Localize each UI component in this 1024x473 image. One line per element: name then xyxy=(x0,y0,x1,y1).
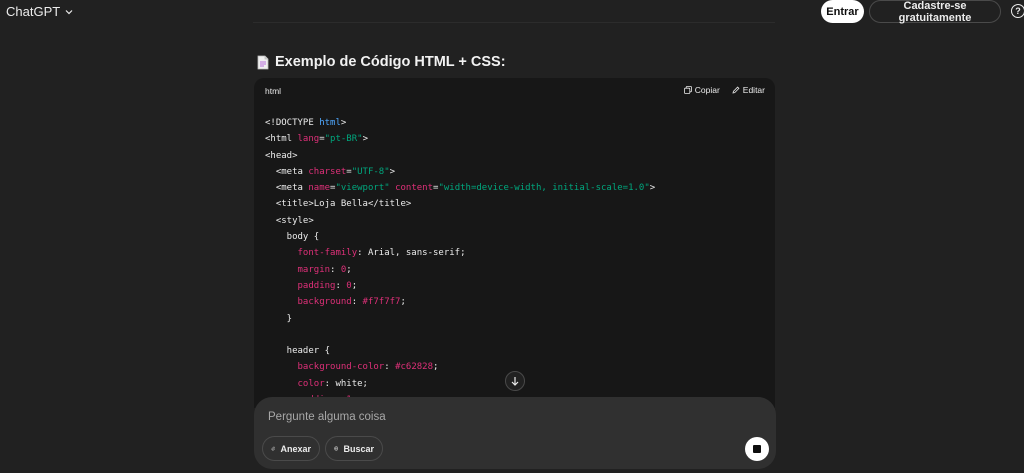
code-token: } xyxy=(265,313,293,324)
copy-icon xyxy=(683,86,692,94)
code-line: background: #f7f7f7; xyxy=(265,294,655,310)
document-icon xyxy=(257,55,269,69)
code-line: <meta charset="UTF-8"> xyxy=(265,164,655,180)
help-icon[interactable]: ? xyxy=(1011,4,1024,18)
code-line: body { xyxy=(265,229,655,245)
code-token: : xyxy=(335,280,347,291)
attach-button[interactable]: Anexar xyxy=(262,436,320,461)
code-line: <!DOCTYPE html> xyxy=(265,115,655,131)
code-token: <head> xyxy=(265,150,298,161)
code-token: <html xyxy=(265,134,298,145)
arrow-down-icon xyxy=(511,377,519,386)
code-token: : Arial, sans-serif; xyxy=(357,248,466,259)
code-token: <!DOCTYPE xyxy=(265,118,320,128)
code-token: header { xyxy=(265,346,331,357)
composer: Anexar Buscar xyxy=(254,397,776,469)
code-token: color xyxy=(297,378,325,389)
code-line: <title>Loja Bella</title> xyxy=(265,196,655,212)
code-header: html Copiar Editar xyxy=(254,78,775,104)
brand-name: ChatGPT xyxy=(6,4,61,19)
code-token: : xyxy=(330,264,341,275)
code-line: margin: 0; xyxy=(265,262,655,278)
code-token: <title>Loja Bella</title> xyxy=(265,199,412,210)
code-token: : xyxy=(384,362,396,373)
code-line: <html lang="pt-BR"> xyxy=(265,131,655,147)
code-token: html xyxy=(319,118,341,128)
section-title: Exemplo de Código HTML + CSS: xyxy=(275,54,506,70)
code-token: > xyxy=(362,134,368,145)
code-line: padding: 0; xyxy=(265,278,655,294)
code-token: : white; xyxy=(324,378,368,389)
code-token: #c62828 xyxy=(395,362,433,373)
top-bar: ChatGPT Entrar Cadastre-se gratuitamente… xyxy=(0,0,1024,24)
model-selector[interactable]: ChatGPT xyxy=(6,4,74,19)
paperclip-icon xyxy=(271,446,276,451)
code-token: background-color xyxy=(297,362,385,373)
code-token: > xyxy=(649,183,656,194)
code-token: ; xyxy=(346,264,352,275)
code-line: <head> xyxy=(265,148,655,164)
login-button[interactable]: Entrar xyxy=(821,0,864,23)
attach-label: Anexar xyxy=(280,443,311,454)
code-token: content xyxy=(395,183,434,194)
code-token: ; xyxy=(433,362,439,373)
globe-icon xyxy=(334,446,339,451)
code-token: body { xyxy=(265,232,320,243)
search-button[interactable]: Buscar xyxy=(325,436,383,461)
code-line: } xyxy=(265,311,655,327)
pencil-icon xyxy=(732,86,740,94)
code-token: margin xyxy=(297,264,331,275)
code-token: charset xyxy=(308,166,347,177)
code-token: background xyxy=(297,297,352,308)
code-token: "pt-BR" xyxy=(324,134,363,145)
code-content: <!DOCTYPE html> <html lang="pt-BR"> <head>… xyxy=(265,115,655,408)
scroll-down-button[interactable] xyxy=(505,371,525,391)
code-token: "width=device-width, initial-scale=1.0" xyxy=(438,183,650,194)
copy-button[interactable]: Copiar xyxy=(683,85,720,95)
code-actions: Copiar Editar xyxy=(683,85,765,95)
code-line: font-family: Arial, sans-serif; xyxy=(265,245,655,261)
code-token: #f7f7f7 xyxy=(362,297,401,308)
code-token: <meta xyxy=(265,183,309,194)
code-token: ; xyxy=(400,297,406,308)
prompt-input[interactable] xyxy=(268,409,748,425)
code-token: lang xyxy=(297,134,320,145)
edit-button[interactable]: Editar xyxy=(732,85,765,95)
code-token: "viewport" xyxy=(335,183,390,194)
code-token: <meta xyxy=(265,166,309,177)
stop-button[interactable] xyxy=(745,437,769,461)
code-line: background-color: #c62828; xyxy=(265,359,655,375)
code-token: name xyxy=(308,183,331,194)
code-token: > xyxy=(340,118,347,128)
search-label: Buscar xyxy=(343,443,374,454)
code-line: <style> xyxy=(265,213,655,229)
code-line: header { xyxy=(265,343,655,359)
stop-icon xyxy=(753,445,761,453)
code-language: html xyxy=(265,86,282,96)
code-line: color: white; xyxy=(265,376,655,392)
code-block: html Copiar Editar <!DOCTYPE html> <html … xyxy=(254,78,775,408)
code-token: ; xyxy=(351,280,358,291)
code-token: font-family xyxy=(297,248,358,259)
code-token: "UTF-8" xyxy=(351,166,390,177)
chevron-down-icon xyxy=(65,9,73,14)
divider xyxy=(253,22,775,23)
section-heading: Exemplo de Código HTML + CSS: xyxy=(257,54,506,70)
edit-label: Editar xyxy=(742,85,765,95)
signup-button[interactable]: Cadastre-se gratuitamente xyxy=(869,0,1001,24)
code-token: : xyxy=(351,297,363,308)
copy-label: Copiar xyxy=(694,85,720,95)
code-token: padding xyxy=(297,280,336,291)
code-token: <style> xyxy=(265,215,314,226)
code-line: <meta name="viewport" content="width=dev… xyxy=(265,180,655,196)
code-token: > xyxy=(389,166,396,177)
